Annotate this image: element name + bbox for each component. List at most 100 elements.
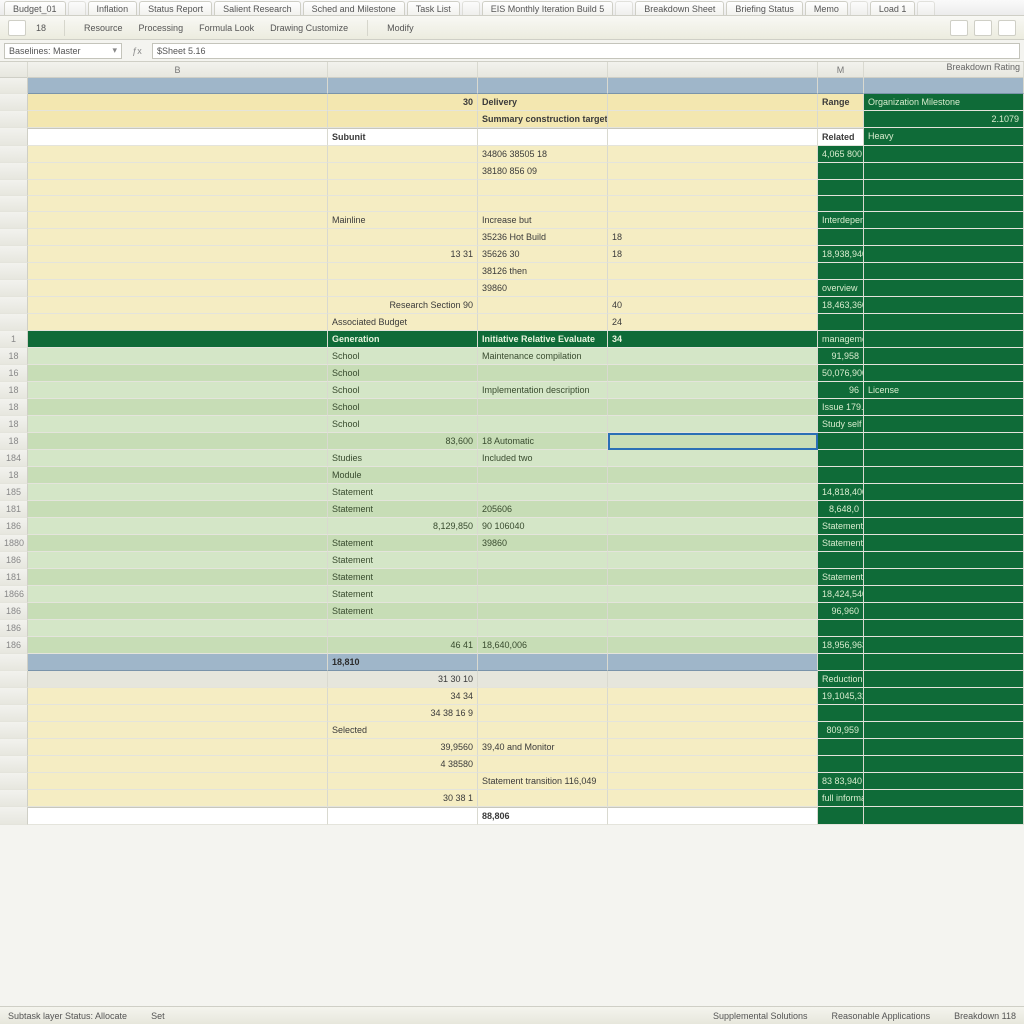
row-header[interactable]	[0, 163, 28, 180]
cell[interactable]	[28, 263, 328, 280]
cell[interactable]: 18,810	[328, 654, 478, 671]
row-header[interactable]	[0, 212, 28, 229]
cell[interactable]: Statement	[328, 535, 478, 552]
cell[interactable]: 30	[328, 94, 478, 111]
cell[interactable]	[28, 569, 328, 586]
cell[interactable]	[328, 78, 478, 94]
row-header[interactable]	[0, 263, 28, 280]
cell[interactable]	[328, 773, 478, 790]
cell[interactable]: 50,076,900	[818, 365, 864, 382]
cell[interactable]: Statement	[818, 535, 864, 552]
cell[interactable]	[818, 620, 864, 637]
row-header[interactable]: 185	[0, 484, 28, 501]
cell[interactable]: 90 106040	[478, 518, 608, 535]
cell[interactable]: 34806 38505 18	[478, 146, 608, 163]
workbook-tab[interactable]: Task List	[407, 1, 460, 15]
cell[interactable]	[864, 348, 1024, 365]
cell[interactable]: 31 30 10	[328, 671, 478, 688]
cell[interactable]	[608, 518, 818, 535]
cell[interactable]	[608, 263, 818, 280]
cell[interactable]	[28, 603, 328, 620]
cell[interactable]	[28, 314, 328, 331]
cell[interactable]: 39,40 and Monitor	[478, 739, 608, 756]
cell[interactable]	[608, 586, 818, 603]
cell[interactable]	[28, 331, 328, 348]
cell[interactable]	[818, 433, 864, 450]
cell[interactable]: management	[818, 331, 864, 348]
formula-input[interactable]: $Sheet 5.16	[152, 43, 1020, 59]
cell[interactable]	[608, 180, 818, 196]
ribbon-button[interactable]: Drawing Customize	[265, 20, 353, 36]
cell[interactable]: 30 38 1	[328, 790, 478, 807]
cell[interactable]	[328, 807, 478, 825]
cell[interactable]	[28, 552, 328, 569]
cell[interactable]	[28, 535, 328, 552]
column-header[interactable]: B	[28, 62, 328, 78]
row-header[interactable]	[0, 739, 28, 756]
cell[interactable]	[608, 163, 818, 180]
cell[interactable]	[608, 399, 818, 416]
row-header[interactable]	[0, 654, 28, 671]
ribbon-icon[interactable]	[974, 20, 992, 36]
row-header[interactable]	[0, 111, 28, 128]
cell[interactable]: Related	[818, 128, 864, 146]
cell[interactable]: 18,956,963	[818, 637, 864, 654]
workbook-tab[interactable]: Breakdown Sheet	[635, 1, 724, 15]
cell[interactable]	[608, 280, 818, 297]
cell[interactable]	[608, 382, 818, 399]
cell[interactable]: Associated Budget	[328, 314, 478, 331]
cell[interactable]: Reduction Eclipse Based	[818, 671, 864, 688]
cell[interactable]	[478, 128, 608, 146]
cell[interactable]	[818, 467, 864, 484]
cell[interactable]	[28, 637, 328, 654]
cell[interactable]: 205606	[478, 501, 608, 518]
cell[interactable]	[864, 722, 1024, 739]
cell[interactable]: 14,818,400	[818, 484, 864, 501]
cell[interactable]	[478, 756, 608, 773]
cell[interactable]	[864, 739, 1024, 756]
cell[interactable]	[478, 399, 608, 416]
cell[interactable]	[328, 163, 478, 180]
workbook-tab[interactable]: Budget_01	[4, 1, 66, 15]
workbook-tab[interactable]	[68, 1, 86, 15]
cell[interactable]	[28, 416, 328, 433]
cell[interactable]	[478, 705, 608, 722]
cell[interactable]	[328, 280, 478, 297]
cell[interactable]	[608, 654, 818, 671]
cell[interactable]	[28, 246, 328, 263]
cell[interactable]	[864, 705, 1024, 722]
cell[interactable]	[818, 180, 864, 196]
cell[interactable]: 39860	[478, 535, 608, 552]
cell[interactable]: 38126 then	[478, 263, 608, 280]
cell[interactable]	[28, 365, 328, 382]
cell[interactable]	[28, 671, 328, 688]
row-header[interactable]	[0, 314, 28, 331]
cell[interactable]: Implementation description	[478, 382, 608, 399]
workbook-tab[interactable]: Status Report	[139, 1, 212, 15]
row-header[interactable]	[0, 128, 28, 146]
cell[interactable]	[608, 146, 818, 163]
workbook-tab[interactable]: Sched and Milestone	[303, 1, 405, 15]
cell[interactable]	[28, 518, 328, 535]
cell[interactable]	[28, 586, 328, 603]
cell[interactable]	[608, 773, 818, 790]
cell[interactable]: 8,648,0	[818, 501, 864, 518]
cell[interactable]	[28, 722, 328, 739]
cell[interactable]	[818, 263, 864, 280]
column-header[interactable]	[328, 62, 478, 78]
row-header[interactable]: 18	[0, 467, 28, 484]
column-headers[interactable]: BM	[0, 62, 1024, 78]
row-header[interactable]	[0, 78, 28, 94]
cell[interactable]	[28, 739, 328, 756]
cell[interactable]	[478, 654, 608, 671]
cell[interactable]: 88,806	[478, 807, 608, 825]
cell[interactable]	[864, 365, 1024, 382]
ribbon-button[interactable]: Modify	[382, 20, 419, 36]
cell[interactable]	[28, 807, 328, 825]
cell[interactable]: overview	[818, 280, 864, 297]
row-header[interactable]: 186	[0, 518, 28, 535]
cell[interactable]: 2.1079	[864, 111, 1024, 128]
cell[interactable]	[28, 484, 328, 501]
cell[interactable]	[818, 314, 864, 331]
cell[interactable]: Statement	[328, 552, 478, 569]
